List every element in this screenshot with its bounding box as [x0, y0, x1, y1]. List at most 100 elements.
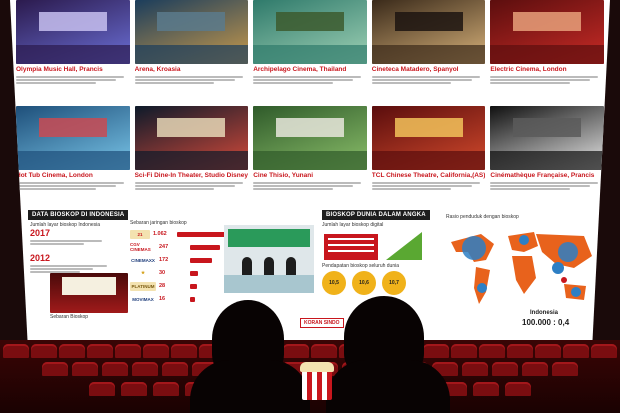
viewer-left-body [190, 360, 310, 413]
theatre-seat [311, 344, 337, 358]
chain-row: MOVIMAX 16 [130, 293, 225, 305]
top_row-photo [490, 0, 604, 64]
income-title: Pendapatan bioskop seluruh dunia [322, 263, 400, 269]
chain-value: 16 [159, 296, 166, 302]
theatre-seat [72, 362, 98, 376]
world-map-panel: Rasio penduduk dengan bioskop Indonesia … [446, 214, 596, 332]
bottom_row-title: TCL Chinese Theatre, California,(AS) [371, 172, 486, 179]
viewer-right-body [326, 360, 450, 413]
top_row-photo [253, 0, 367, 64]
indonesia-stats: Jumlah layar bioskop Indonesia 2017 2012 [30, 222, 120, 278]
top_row-title: Cineteca Matadero, Spanyol [371, 66, 459, 73]
chain-logo: ★ [130, 268, 156, 278]
top-row: Olympia Music Hall, Prancis Arena, Kroasi… [10, 0, 610, 89]
chain-logo: CINEMAXX [130, 255, 156, 265]
chain-bar [177, 231, 225, 237]
brand-logo: KORAN SINDO [300, 318, 344, 328]
theatre-seat [505, 382, 531, 396]
theatre-seat [283, 344, 309, 358]
3d-screens-chart [386, 232, 422, 260]
income-bubble: 10,5 [322, 271, 346, 295]
theatre-seat [507, 344, 533, 358]
chain-bar [190, 296, 195, 302]
cinema-hall-photo [50, 273, 128, 313]
income-bubble: 10,7 [382, 271, 406, 295]
theatre-seat [3, 344, 29, 358]
top_row-card: Olympia Music Hall, Prancis [16, 0, 130, 89]
top_row-title: Electric Cinema, London [490, 66, 567, 73]
top_row-photo [371, 0, 486, 64]
theatre-seat [153, 382, 179, 396]
cinema-screen: Olympia Music Hall, Prancis Arena, Kroasi… [10, 0, 610, 350]
top_row-card: Archipelago Cinema, Thailand [253, 0, 367, 89]
bottom_row-title: Sci-Fi Dine-In Theater, Studio Disney Ho… [134, 172, 249, 179]
bottom_row-photo [253, 106, 367, 170]
theatre-seat [59, 344, 85, 358]
theatre-seat [492, 362, 518, 376]
theatre-seat [121, 382, 147, 396]
chain-logo: PLATINUM [130, 281, 156, 291]
top_row-photo [16, 0, 130, 64]
chain-bar [190, 283, 197, 289]
chains-title: Sebaran jaringan bioskop [130, 220, 187, 226]
chain-value: 172 [159, 257, 169, 263]
indonesia-header: DATA BIOSKOP DI INDONESIA [28, 210, 129, 220]
chain-value: 28 [159, 283, 166, 289]
bottom_row-photo [134, 106, 249, 170]
chain-row: 21 1.062 [130, 228, 225, 240]
bottom_row-card: TCL Chinese Theatre, California,(AS) [371, 106, 486, 195]
chain-value: 30 [159, 270, 166, 276]
theatre-seat [479, 344, 505, 358]
chain-row: CINEMAXX 172 [130, 254, 225, 266]
world-map [451, 232, 592, 304]
bottom_row-card: Sci-Fi Dine-In Theater, Studio Disney Ho… [134, 106, 249, 195]
bottom-row: Hot Tub Cinema, London Sci-Fi Dine-In The… [10, 106, 610, 195]
theatre-seat [563, 344, 589, 358]
income-bubble: 10,6 [352, 271, 376, 295]
theatre-seat [462, 362, 488, 376]
bottom_row-photo [16, 106, 130, 170]
theatre-seat [552, 362, 578, 376]
indonesia-caption: Sebaran Bioskop [50, 314, 89, 320]
theatre-seat [42, 362, 68, 376]
chain-row: CGV CINEMAS 247 [130, 241, 225, 253]
theatre-seat [473, 382, 499, 396]
theatre-seat [143, 344, 169, 358]
year-2012: 2012 [30, 253, 51, 263]
theatre-seat [535, 344, 561, 358]
chain-logo: MOVIMAX [130, 294, 156, 304]
world-stats: Jumlah layar bioskop digital Pendapatan … [322, 222, 442, 295]
theatre-seat [591, 344, 617, 358]
theatre-seat [31, 344, 57, 358]
theatre-seat [522, 362, 548, 376]
chain-logo: 21 [130, 229, 150, 239]
indonesia-ratio: 100.000 : 0,4 [522, 318, 570, 327]
top_row-title: Arena, Kroasia [134, 66, 181, 73]
top_row-title: Archipelago Cinema, Thailand [253, 66, 347, 73]
chain-value: 247 [159, 244, 169, 250]
bottom_row-photo [490, 106, 604, 170]
chain-bar [190, 257, 212, 263]
chain-row: ★ 30 [130, 267, 225, 279]
world-header: BIOSKOP DUNIA DALAM ANGKA [322, 210, 430, 220]
top_row-card: Electric Cinema, London [490, 0, 604, 89]
top_row-title: Olympia Music Hall, Prancis [16, 66, 103, 73]
map-title: Rasio penduduk dengan bioskop [446, 214, 519, 220]
theatre-seat [132, 362, 158, 376]
bottom_row-title: Cinémathèque Française, Prancis [490, 172, 595, 179]
chain-list: Sebaran jaringan bioskop 21 1.062 CGV CINE… [130, 220, 225, 306]
theatre-seat [162, 362, 188, 376]
bar-title: Jumlah layar bioskop digital [322, 222, 384, 228]
theatre-seat [87, 344, 113, 358]
chain-value: 1.062 [152, 231, 167, 237]
bottom_row-card: Hot Tub Cinema, London [16, 106, 130, 195]
theatre-seat [171, 344, 197, 358]
theatre-seat [115, 344, 141, 358]
top_row-card: Arena, Kroasia [134, 0, 249, 89]
bottom_row-card: Cine Thisio, Yunani [253, 106, 367, 195]
theatre-seat [102, 362, 128, 376]
bottom_row-photo [371, 106, 486, 170]
indonesia-label: Indonesia [530, 310, 559, 316]
popcorn [300, 362, 334, 372]
bottom_row-title: Cine Thisio, Yunani [253, 172, 314, 179]
